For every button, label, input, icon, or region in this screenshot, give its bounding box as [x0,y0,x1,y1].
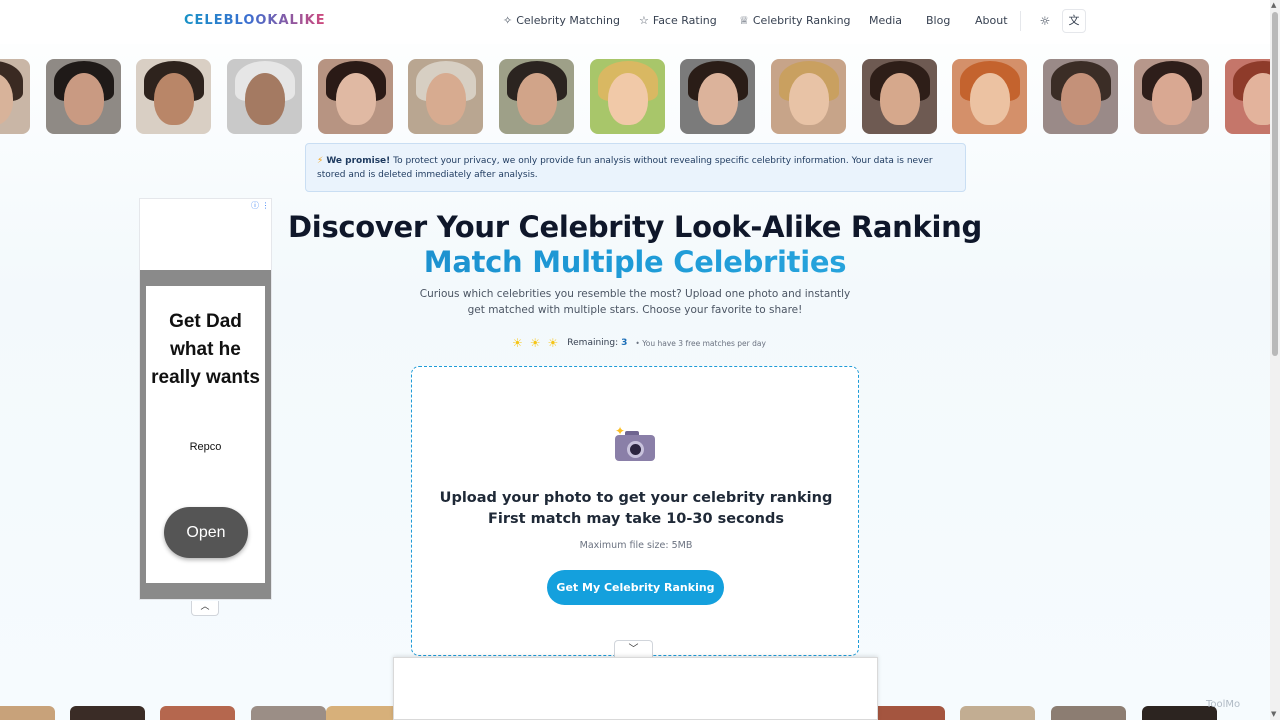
upload-title: Upload your photo to get your celebrity … [412,488,860,530]
nav-media[interactable]: Media [869,14,902,27]
celebrity-face-strip [0,59,1270,134]
upload-title-line1: Upload your photo to get your celebrity … [439,490,833,506]
remaining-note: • You have 3 free matches per day [635,338,766,348]
watermark-text: ToolMo [1206,699,1241,710]
upload-title-line2: First match may take 10-30 seconds [487,511,784,527]
celebrity-face-thumb [318,59,393,134]
lightning-icon: ⚡ [317,156,324,166]
photo-upload-dropzone[interactable]: ✦ Upload your photo to get your celebrit… [411,366,859,656]
sparkles-icon: ✧ [503,14,513,27]
nav-celebrity-matching[interactable]: ✧ Celebrity Matching [503,14,620,27]
celebrity-face-thumb [251,706,326,720]
sun-icon: ☀ [512,336,523,350]
celebrity-face-thumb [590,59,665,134]
notice-text: To protect your privacy, we only provide… [317,156,933,180]
nav-blog[interactable]: Blog [926,14,950,27]
scroll-thumb[interactable] [1272,12,1278,356]
nav-label: Face Rating [652,14,717,27]
celebrity-face-thumb [70,706,145,720]
camera-icon: ✦ [615,424,655,461]
celebrity-face-thumb [499,59,574,134]
remaining-label: Remaining: [567,338,619,348]
site-header: CELEBLOOKALIKE ✧ Celebrity Matching ☆ Fa… [0,0,1270,44]
remaining-matches: ☀ ☀ ☀ Remaining: 3 • You have 3 free mat… [512,336,766,350]
celebrity-face-thumb [326,706,401,720]
celebrity-face-thumb [680,59,755,134]
celebrity-face-thumb [1051,706,1126,720]
expand-chevron-down-icon[interactable]: ﹀ [614,640,653,658]
nav-label: Celebrity Matching [516,14,620,27]
notice-bold: We promise! [326,156,391,166]
celebrity-face-thumb [136,59,211,134]
hero-title: Discover Your Celebrity Look-Alike Ranki… [288,210,982,244]
remaining-count: 3 [621,338,628,348]
get-ranking-button[interactable]: Get My Celebrity Ranking [547,570,724,605]
site-logo[interactable]: CELEBLOOKALIKE [184,13,326,28]
nav-label: Celebrity Ranking [752,14,851,27]
ad-frame: Get Dad what he really wants Repco Open [140,270,271,599]
celebrity-face-thumb [408,59,483,134]
theme-toggle-sun-icon[interactable]: ☼ [1036,12,1054,30]
celebrity-face-thumb [952,59,1027,134]
hero-subtitle: Match Multiple Celebrities [0,245,1270,279]
celebrity-face-thumb [1043,59,1118,134]
nav-label: Blog [926,14,951,27]
nav-about[interactable]: About [975,14,1008,27]
star-icon: ☆ [639,14,649,27]
ad-title: Get Dad what he really wants [151,311,260,388]
nav-label: About [975,14,1008,27]
ad-collapse-chevron-up-icon[interactable]: ︿ [191,601,219,616]
privacy-notice: ⚡ We promise! To protect your privacy, we… [305,143,966,192]
celebrity-face-thumb [960,706,1035,720]
celebrity-face-thumb [227,59,302,134]
hero-description: Curious which celebrities you resemble t… [419,288,851,316]
trophy-icon: ♕ [739,14,749,27]
ad-brand: Repco [189,441,222,453]
celebrity-face-thumb [1134,59,1209,134]
nav-label: Media [869,14,903,27]
celebrity-face-thumb [771,59,846,134]
page-scrollbar[interactable]: ▲ ▼ [1270,0,1280,720]
celebrity-face-thumb [46,59,121,134]
nav-divider [1020,11,1021,31]
celebrity-face-thumb [160,706,235,720]
bottom-ad-banner[interactable] [393,657,878,720]
language-switch-icon[interactable]: 文 [1062,9,1086,33]
celebrity-face-thumb [870,706,945,720]
ad-open-button[interactable]: Open [164,507,248,558]
celebrity-face-thumb [1225,59,1270,134]
sun-icon: ☀ [529,336,541,350]
ad-card[interactable]: Get Dad what he really wants Repco Open [146,286,265,583]
sun-icon: ☀ [547,336,559,350]
celebrity-face-thumb [862,59,937,134]
scroll-up-arrow-icon[interactable]: ▲ [1271,1,1276,9]
nav-celebrity-ranking[interactable]: ♕ Celebrity Ranking [739,14,851,27]
nav-face-rating[interactable]: ☆ Face Rating [639,14,717,27]
scroll-down-arrow-icon[interactable]: ▼ [1271,710,1276,718]
celebrity-face-thumb [0,706,55,720]
celebrity-face-thumb [0,59,30,134]
upload-size-note: Maximum file size: 5MB [579,540,693,551]
